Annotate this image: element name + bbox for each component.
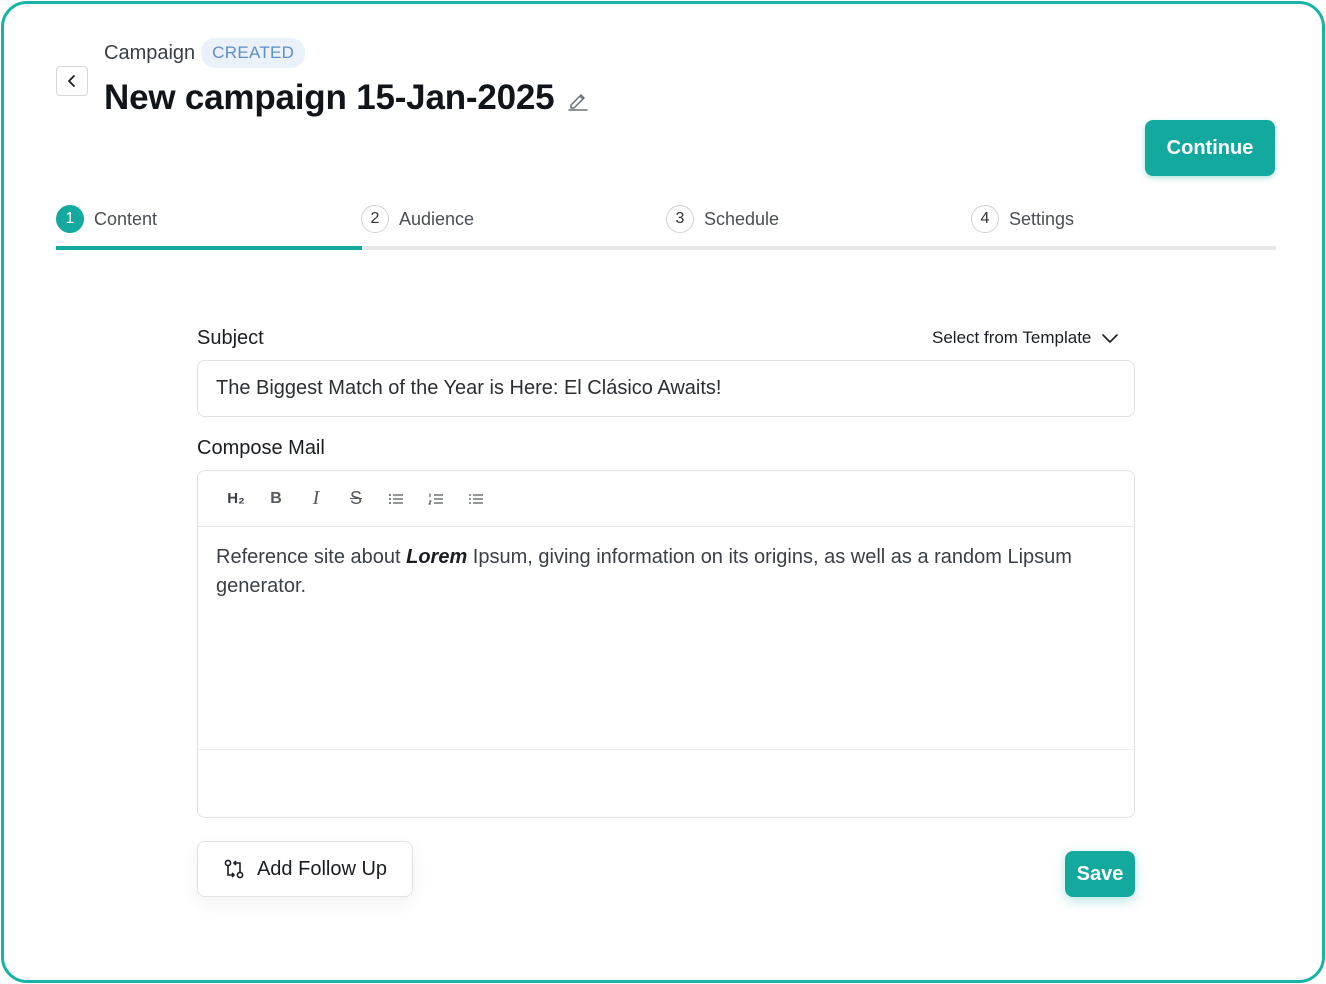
back-button[interactable] (56, 66, 88, 96)
editor-content[interactable]: Reference site about Lorem Ipsum, giving… (198, 527, 1134, 749)
step-settings[interactable]: 4 Settings (971, 205, 1074, 233)
continue-button[interactable]: Continue (1145, 120, 1275, 176)
breadcrumb-campaign[interactable]: Campaign (104, 42, 195, 65)
status-badge: CREATED (201, 38, 306, 68)
italic-icon[interactable]: I (304, 487, 328, 511)
page-title: New campaign 15-Jan-2025 (104, 78, 555, 117)
step-content[interactable]: 1 Content (56, 205, 157, 233)
title-row: New campaign 15-Jan-2025 (104, 78, 590, 118)
editor-footer (198, 749, 1134, 817)
editor-toolbar: H₂ B I S (198, 471, 1134, 527)
subject-label: Subject (197, 327, 264, 349)
breadcrumb: Campaign CREATED (104, 38, 306, 68)
stepper-progress (56, 246, 362, 250)
step-label: Schedule (704, 208, 780, 229)
stepper: 1 Content 2 Audience 3 Schedule 4 Settin… (56, 200, 1276, 250)
task-list-icon[interactable] (464, 487, 488, 511)
step-label: Settings (1009, 208, 1075, 229)
numbered-list-icon[interactable] (424, 487, 448, 511)
step-number: 1 (56, 205, 84, 233)
compose-mail-label: Compose Mail (197, 437, 325, 459)
step-schedule[interactable]: 3 Schedule (666, 205, 779, 233)
rich-text-editor[interactable]: H₂ B I S Reference site about Lorem Ipsu… (197, 470, 1135, 818)
step-label: Content (94, 208, 158, 229)
body-text-bold: Lorem (406, 546, 468, 568)
template-select[interactable]: Select from Template (932, 328, 1119, 348)
add-follow-up-button[interactable]: Add Follow Up (197, 841, 413, 897)
strikethrough-icon[interactable]: S (344, 487, 368, 511)
campaign-editor-window: Campaign CREATED New campaign 15-Jan-202… (1, 1, 1325, 983)
step-number: 3 (666, 205, 694, 233)
add-follow-up-label: Add Follow Up (256, 857, 388, 880)
chevron-left-icon (68, 75, 75, 87)
edit-pencil-icon[interactable] (566, 88, 590, 112)
save-button[interactable]: Save (1065, 851, 1135, 897)
bullet-list-icon[interactable] (384, 487, 408, 511)
template-select-label: Select from Template (932, 328, 1092, 347)
body-text-start: Reference site about (216, 546, 407, 568)
step-number: 2 (361, 205, 389, 233)
step-number: 4 (971, 205, 999, 233)
step-audience[interactable]: 2 Audience (361, 205, 474, 233)
follow-up-icon (224, 859, 244, 879)
heading-2-icon[interactable]: H₂ (224, 487, 248, 511)
chevron-down-icon (1102, 334, 1119, 343)
bold-icon[interactable]: B (264, 487, 288, 511)
subject-input[interactable] (197, 360, 1135, 417)
step-label: Audience (399, 208, 475, 229)
